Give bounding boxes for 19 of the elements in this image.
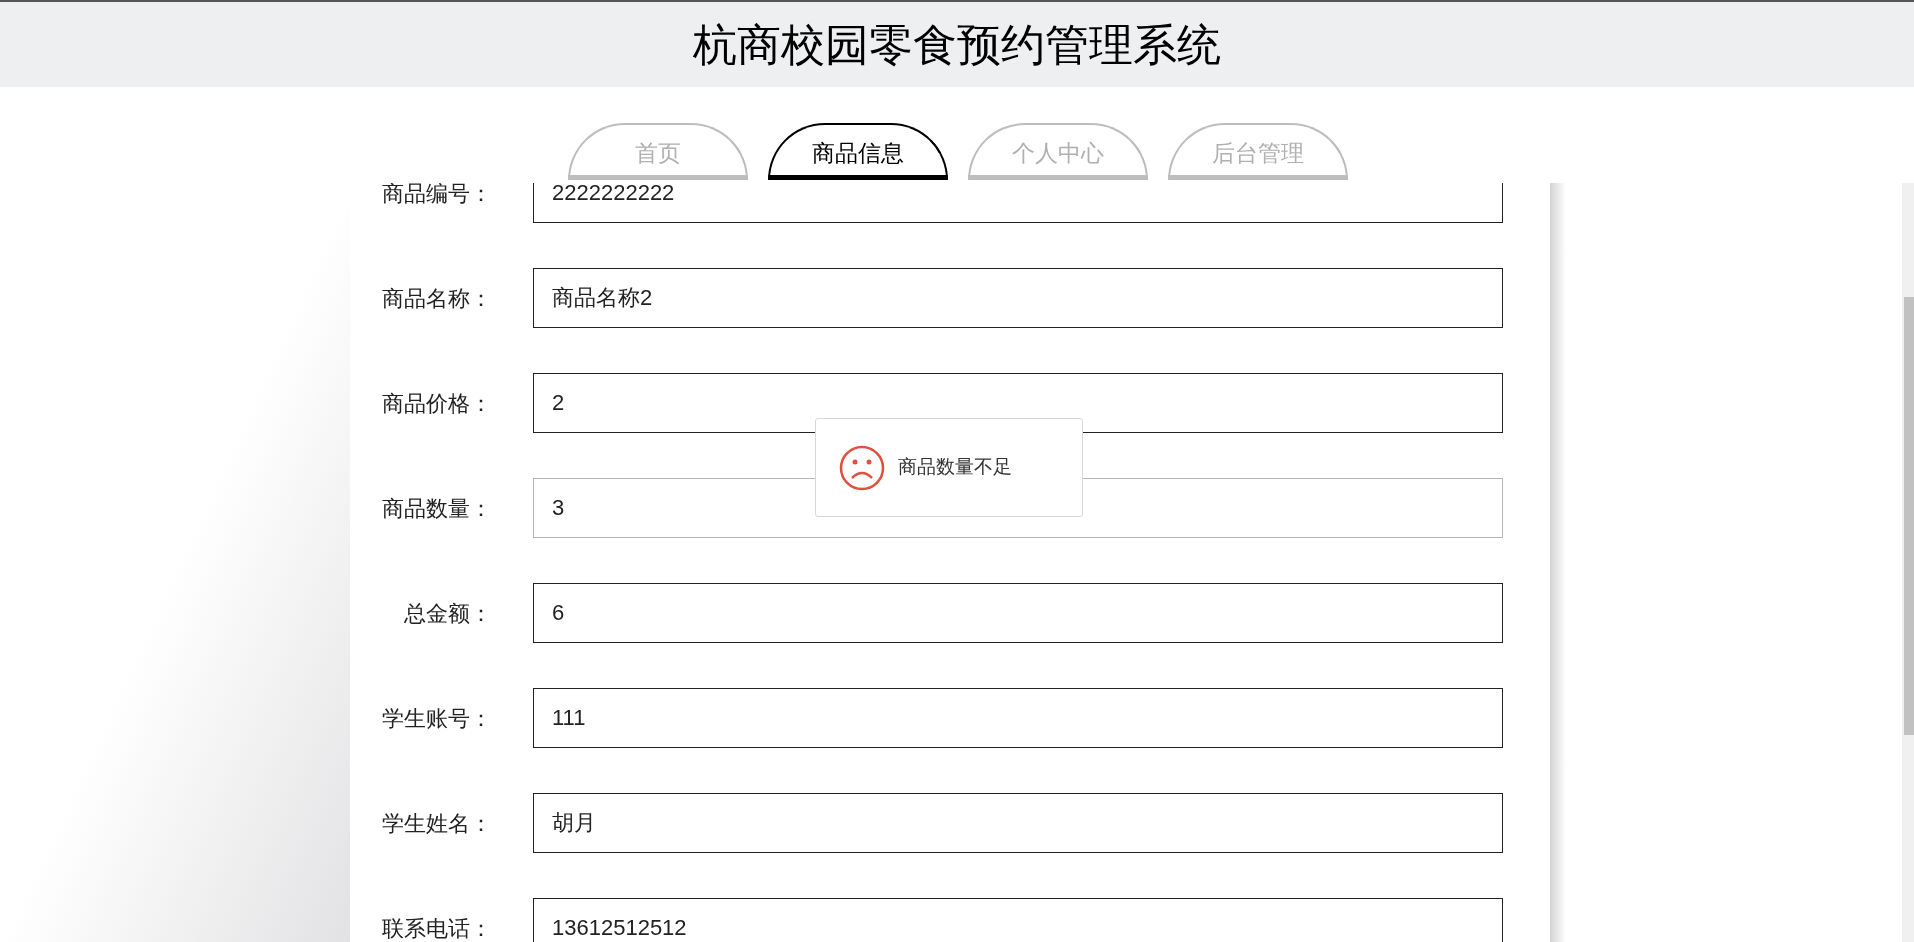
field-label: 商品数量： xyxy=(381,494,493,523)
toast-text: 商品数量不足 xyxy=(898,455,1012,480)
field-label: 商品价格： xyxy=(381,389,493,418)
scrollbar[interactable] xyxy=(1902,183,1914,942)
text-input-field[interactable]: 2222222222 xyxy=(533,183,1503,223)
field-label: 总金额： xyxy=(403,599,493,628)
scrollbar-thumb[interactable] xyxy=(1904,297,1914,735)
site-title: 杭商校园零食预约管理系统 xyxy=(693,22,1221,67)
text-input-field[interactable]: 6 xyxy=(533,583,1503,643)
text-input-field[interactable]: 111 xyxy=(533,688,1503,748)
text-input-field[interactable]: 商品名称2 xyxy=(533,268,1503,328)
field-label: 联系电话： xyxy=(381,914,493,942)
field-label: 商品名称： xyxy=(381,284,493,313)
text-input-field[interactable]: 13612512512 xyxy=(533,898,1503,942)
field-label: 学生姓名： xyxy=(381,809,493,838)
field-label: 学生账号： xyxy=(381,704,493,733)
sad-face-icon xyxy=(838,443,886,492)
text-input-field[interactable]: 胡月 xyxy=(533,793,1503,853)
text-input-field[interactable]: 2 xyxy=(533,373,1503,433)
